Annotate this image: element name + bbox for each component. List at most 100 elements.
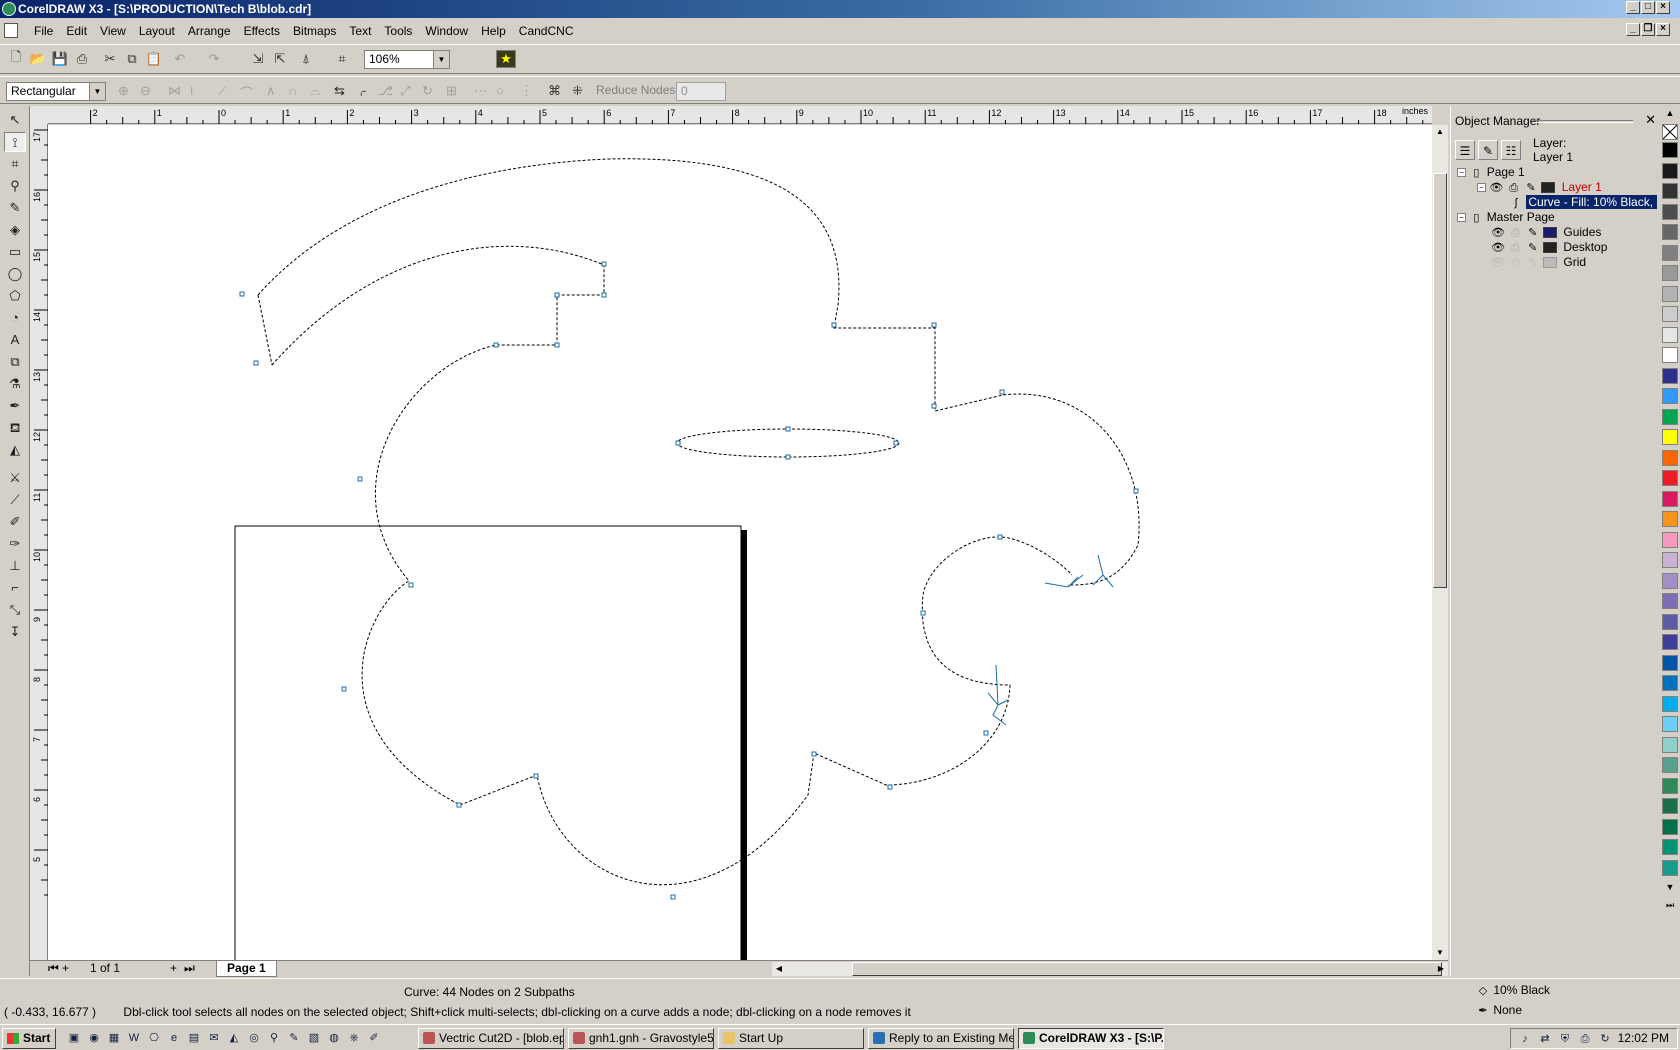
chevron-down-icon[interactable]: ▼	[89, 83, 105, 100]
palette-swatch[interactable]	[1662, 716, 1678, 732]
menu-item-edit[interactable]: Edit	[66, 20, 96, 42]
freehand-tool-icon[interactable]: ✎	[4, 198, 26, 218]
extract-subpath-icon[interactable]: ⎇	[378, 83, 393, 99]
start-button[interactable]: Start	[2, 1028, 56, 1049]
node-handle[interactable]	[811, 751, 817, 757]
delete-node-icon[interactable]: ⊖	[140, 83, 151, 99]
menu-item-file[interactable]: File	[34, 20, 62, 42]
basic-shapes-tool-icon[interactable]: ◔	[4, 308, 26, 328]
eyedropper-tool-icon[interactable]: ⚗	[4, 374, 26, 394]
tree-item-page-1[interactable]: − ▯ Page 1	[1457, 164, 1525, 180]
scroll-right-icon[interactable]: ▶	[1434, 962, 1448, 976]
node-handle[interactable]	[670, 894, 676, 900]
node-handle[interactable]	[493, 342, 499, 348]
node-handle[interactable]	[533, 773, 539, 779]
doc-restore-button[interactable]: ❐	[1641, 23, 1655, 36]
node-handle[interactable]	[1133, 488, 1139, 494]
palette-swatch[interactable]	[1662, 490, 1678, 507]
node-handle[interactable]	[887, 784, 893, 790]
eye-icon[interactable]: 👁	[1489, 180, 1503, 196]
palette-swatch[interactable]	[1662, 511, 1678, 527]
palette-swatch[interactable]	[1662, 429, 1678, 445]
open-icon[interactable]: 📂	[28, 50, 48, 68]
drawing-canvas[interactable]	[48, 125, 1432, 960]
smudge-tool-icon[interactable]: ✐	[4, 512, 26, 532]
printer-icon[interactable]: ⎙	[1508, 255, 1522, 271]
outer-curve-lower[interactable]	[271, 245, 1073, 886]
save-icon[interactable]: 💾	[50, 50, 70, 68]
palette-swatch[interactable]	[1662, 326, 1678, 343]
palette-swatch[interactable]	[1662, 265, 1678, 281]
coreldraw-icon[interactable]: ◉	[86, 1030, 102, 1046]
auto-close-icon[interactable]: ⋮	[520, 83, 533, 99]
node-handle[interactable]	[893, 440, 899, 446]
pencil-icon[interactable]: ✎	[1526, 255, 1540, 271]
palette-swatch[interactable]	[1662, 777, 1678, 794]
reverse-direction-icon[interactable]: ⇆	[334, 83, 345, 99]
add-page-after-icon[interactable]: +	[170, 961, 177, 975]
node-handle[interactable]	[239, 291, 245, 297]
palette-swatch[interactable]	[1662, 285, 1678, 302]
tree-item-curve[interactable]: ∫ Curve - Fill: 10% Black, Outline:	[1509, 194, 1657, 210]
palette-swatch[interactable]	[1662, 347, 1678, 363]
ie-icon[interactable]: e	[166, 1030, 182, 1046]
inner-ellipse-subpath[interactable]	[676, 428, 900, 458]
palette-swatch[interactable]	[1662, 162, 1678, 179]
add-page-before-icon[interactable]: +	[62, 961, 69, 975]
task-coreldraw[interactable]: CorelDRAW X3 - [S:\P...	[1018, 1028, 1164, 1049]
to-curve-icon[interactable]: ⌒	[240, 83, 253, 102]
break-curve-icon[interactable]: ⟊	[190, 83, 193, 99]
tree-item-desktop[interactable]: 👁 ⎙ ✎ Desktop	[1491, 239, 1607, 255]
node-handle[interactable]	[920, 610, 926, 616]
palette-swatch[interactable]	[1662, 306, 1678, 322]
document-icon[interactable]	[4, 23, 18, 38]
vertical-ruler[interactable]: 17 16 15 14 13 12 11 10 9 8 7 6 5	[30, 124, 48, 960]
scroll-up-icon[interactable]: ▲	[1433, 125, 1447, 139]
node-handle[interactable]	[999, 389, 1005, 395]
media-icon[interactable]: ◎	[246, 1030, 262, 1046]
copy-icon[interactable]: ⧉	[122, 50, 142, 68]
control-handle-lines[interactable]	[1044, 554, 1114, 588]
palette-swatch[interactable]	[1662, 224, 1678, 240]
scroll-down-icon[interactable]: ▼	[1433, 946, 1447, 960]
curve-smoothness-input[interactable]: 0	[676, 82, 726, 101]
outline-status[interactable]: ✒ None	[1476, 1003, 1522, 1017]
roughen-tool-icon[interactable]: ✑	[4, 534, 26, 554]
chevron-down-icon[interactable]: ▼	[433, 51, 449, 68]
security-icon[interactable]: ⛨	[1557, 1031, 1573, 1047]
smart-fill-tool-icon[interactable]: ◈	[4, 220, 26, 240]
node-handle[interactable]	[408, 582, 414, 588]
connector-tool-icon[interactable]: ⌐	[4, 578, 26, 598]
excel-icon[interactable]: ▦	[106, 1030, 122, 1046]
acrobat-icon[interactable]: ◭	[226, 1030, 242, 1046]
node-handle[interactable]	[601, 261, 607, 267]
fill-tool-icon[interactable]: ⛾	[4, 418, 26, 438]
printer-tray-icon[interactable]: ⎙	[1577, 1031, 1593, 1047]
connect-icon[interactable]: ⎈	[346, 1030, 362, 1046]
candcnc-macro-icon[interactable]: ★	[496, 50, 516, 68]
interactive-blend-tool-icon[interactable]: ⧉	[4, 352, 26, 372]
application-launcher-icon[interactable]: ⍋	[296, 50, 316, 68]
network-tray-icon[interactable]: ⇄	[1537, 1031, 1553, 1047]
palette-swatch[interactable]	[1662, 470, 1678, 486]
undo-icon[interactable]: ↶	[170, 50, 190, 68]
tree-item-layer-1[interactable]: − 👁 ⎙ ✎ Layer 1	[1477, 179, 1602, 195]
minimize-button[interactable]: _	[1626, 1, 1640, 14]
smooth-node-icon[interactable]: ∩	[288, 83, 297, 98]
task-vectric[interactable]: Vectric Cut2D - [blob.eps]	[418, 1028, 564, 1049]
desktop-icon[interactable]: ▣	[66, 1030, 82, 1046]
first-page-icon[interactable]: ⏮	[48, 961, 59, 976]
print-icon[interactable]: ⎙	[72, 50, 92, 68]
interactive-fill-tool-icon[interactable]: ◭	[4, 440, 26, 460]
rotate-nodes-icon[interactable]: ↻	[422, 83, 433, 99]
align-nodes-icon[interactable]: ⊞	[446, 83, 457, 99]
palette-swatch[interactable]	[1662, 449, 1678, 466]
tree-item-grid[interactable]: 👁 ⎙ ✎ Grid	[1491, 254, 1586, 270]
node-handle[interactable]	[831, 322, 837, 328]
transform-tool-icon[interactable]: ⤡	[4, 600, 26, 620]
palette-swatch[interactable]	[1662, 634, 1678, 650]
control-handle-lines[interactable]	[987, 664, 1009, 726]
collapse-icon[interactable]: −	[1457, 168, 1466, 178]
layer-manager-view-icon[interactable]: ☷	[1501, 140, 1521, 160]
show-properties-icon[interactable]: ☰	[1455, 140, 1475, 160]
